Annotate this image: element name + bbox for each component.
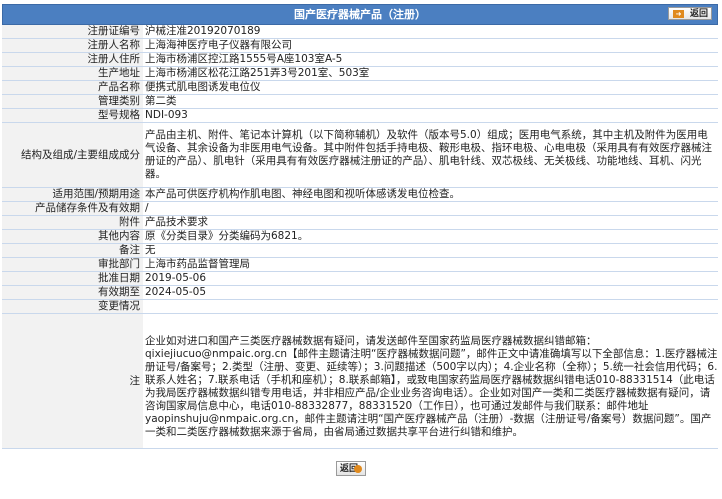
row-label: 有效期至 xyxy=(2,285,143,300)
row-value: 上海市杨浦区控江路1555号A座103室A-5 xyxy=(143,52,718,67)
row-value: 上海海神医疗电子仪器有限公司 xyxy=(143,38,718,53)
row-label: 附件 xyxy=(2,215,143,230)
row-label: 变更情况 xyxy=(2,299,143,314)
row-label: 审批部门 xyxy=(2,257,143,272)
table-row: 注册证编号 沪械注准20192070189 xyxy=(2,25,718,39)
table-row: 注册人名称 上海海神医疗电子仪器有限公司 xyxy=(2,38,718,53)
row-label: 型号规格 xyxy=(2,108,143,123)
row-label: 产品名称 xyxy=(2,80,143,95)
row-value: 产品由主机、附件、笔记本计算机（以下简称辅机）及软件（版本号5.0）组成；医用电… xyxy=(143,122,718,188)
table-row: 注 企业如对进口和国产三类医疗器械数据有疑问，请发送邮件至国家药监局医疗器械数据… xyxy=(2,313,718,449)
table-row: 注册人住所 上海市杨浦区控江路1555号A座103室A-5 xyxy=(2,52,718,67)
row-value: 便携式肌电图诱发电位仪 xyxy=(143,80,718,95)
row-value: 本产品可供医疗机构作肌电图、神经电图和视听体感诱发电位检查。 xyxy=(143,187,718,202)
row-value: 企业如对进口和国产三类医疗器械数据有疑问，请发送邮件至国家药监局医疗器械数据纠错… xyxy=(143,313,718,449)
row-value: / xyxy=(143,201,718,216)
row-value: 上海市杨浦区松花江路251弄3号201室、503室 xyxy=(143,66,718,81)
table-row: 结构及组成/主要组成成分 产品由主机、附件、笔记本计算机（以下简称辅机）及软件（… xyxy=(2,122,718,188)
table-row: 生产地址 上海市杨浦区松花江路251弄3号201室、503室 xyxy=(2,66,718,81)
table-row: 管理类别 第二类 xyxy=(2,94,718,109)
row-value: 无 xyxy=(143,243,718,258)
row-value: NDI-093 xyxy=(143,108,718,123)
table-row: 产品储存条件及有效期 / xyxy=(2,201,718,216)
row-value: 2019-05-06 xyxy=(143,271,718,286)
row-label: 注册人住所 xyxy=(2,52,143,67)
back-arrow-icon xyxy=(354,465,362,473)
back-button-label: 返回 xyxy=(689,9,708,19)
row-label: 批准日期 xyxy=(2,271,143,286)
row-value: 2024-05-05 xyxy=(143,285,718,300)
table-row: 适用范围/预期用途 本产品可供医疗机构作肌电图、神经电图和视听体感诱发电位检查。 xyxy=(2,187,718,202)
row-label: 注册证编号 xyxy=(2,25,143,39)
table-row: 批准日期 2019-05-06 xyxy=(2,271,718,286)
row-label: 备注 xyxy=(2,243,143,258)
table-row: 变更情况 xyxy=(2,299,718,314)
footer: 返回 xyxy=(2,449,718,489)
row-label: 注册人名称 xyxy=(2,38,143,53)
table-row: 备注 无 xyxy=(2,243,718,258)
row-label: 其他内容 xyxy=(2,229,143,244)
info-table: 注册证编号 沪械注准20192070189 注册人名称 上海海神医疗电子仪器有限… xyxy=(2,25,718,449)
row-value xyxy=(143,299,718,314)
table-row: 审批部门 上海市药品监督管理局 xyxy=(2,257,718,272)
row-label: 生产地址 xyxy=(2,66,143,81)
row-value: 原《分类目录》分类编码为6821。 xyxy=(143,229,718,244)
panel-header: 国产医疗器械产品（注册） ➜ 返回 xyxy=(2,4,718,25)
table-row: 有效期至 2024-05-05 xyxy=(2,285,718,300)
row-value: 沪械注准20192070189 xyxy=(143,25,718,39)
back-button-bottom[interactable]: 返回 xyxy=(336,461,366,476)
detail-panel: 国产医疗器械产品（注册） ➜ 返回 注册证编号 沪械注准20192070189 … xyxy=(2,4,718,489)
back-button-top[interactable]: ➜ 返回 xyxy=(668,7,712,20)
page-title: 国产医疗器械产品（注册） xyxy=(294,8,426,21)
table-row: 型号规格 NDI-093 xyxy=(2,108,718,123)
row-value: 产品技术要求 xyxy=(143,215,718,230)
back-arrow-icon: ➜ xyxy=(673,10,684,18)
table-row: 附件 产品技术要求 xyxy=(2,215,718,230)
row-value: 第二类 xyxy=(143,94,718,109)
row-label: 注 xyxy=(2,313,143,449)
row-value: 上海市药品监督管理局 xyxy=(143,257,718,272)
row-label: 适用范围/预期用途 xyxy=(2,187,143,202)
row-label: 产品储存条件及有效期 xyxy=(2,201,143,216)
row-label: 管理类别 xyxy=(2,94,143,109)
table-row: 其他内容 原《分类目录》分类编码为6821。 xyxy=(2,229,718,244)
table-row: 产品名称 便携式肌电图诱发电位仪 xyxy=(2,80,718,95)
row-label: 结构及组成/主要组成成分 xyxy=(2,122,143,188)
